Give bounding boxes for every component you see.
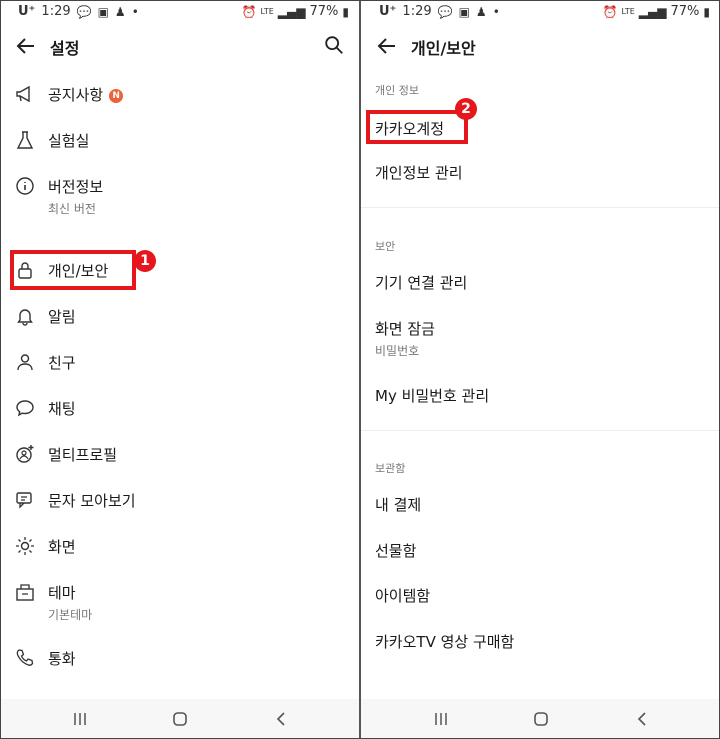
system-nav-bar	[0, 699, 359, 739]
recent-apps-icon[interactable]	[72, 711, 88, 727]
carrier-label: U⁺	[379, 4, 397, 19]
menu-item-label: 실험실	[48, 132, 90, 150]
notification-icon: ♟	[114, 4, 126, 19]
menu-item-sms[interactable]: 문자 모아보기	[0, 488, 359, 518]
menu-item-label: 공지사항	[48, 86, 104, 104]
signal-icon: ▂▄▆	[277, 4, 306, 19]
multi-profile-icon	[16, 445, 34, 463]
menu-item-label: 문자 모아보기	[48, 492, 136, 510]
highlight-box	[366, 110, 468, 144]
step-callout-2: 2	[455, 98, 477, 120]
section-divider	[361, 430, 720, 431]
settings-screen: U⁺ 1:29 💬 ▣ ♟ • ⏰ LTE ▂▄▆ 77% ▮ 설정 공지사항 N…	[0, 0, 359, 739]
network-label: LTE	[621, 7, 635, 16]
highlight-box	[10, 250, 136, 290]
back-arrow-icon[interactable]	[14, 34, 38, 58]
screen-lock-sub: 비밀번호	[375, 344, 420, 358]
bell-icon	[17, 309, 33, 326]
phone-icon	[16, 649, 34, 666]
battery-label: 77%	[309, 4, 339, 19]
back-nav-icon[interactable]	[274, 711, 290, 727]
menu-item-sub: 기본테마	[48, 608, 93, 622]
dot-icon: •	[492, 4, 500, 19]
page-title: 개인/보안	[411, 39, 476, 58]
device-connection-item[interactable]: 기기 연결 관리	[375, 272, 467, 293]
menu-item-label: 통화	[48, 650, 76, 668]
menu-item-theme[interactable]: 테마 기본테마	[0, 580, 359, 624]
network-label: LTE	[260, 7, 274, 16]
carrier-label: U⁺	[18, 4, 36, 19]
message-icon: 💬	[76, 4, 92, 19]
person-icon	[17, 354, 33, 371]
new-badge: N	[109, 88, 124, 103]
battery-icon: ▮	[703, 4, 710, 19]
message-icon: 💬	[437, 4, 453, 19]
section-header-storage: 보관함	[375, 462, 406, 475]
gift-box-item[interactable]: 선물함	[375, 540, 416, 561]
menu-item-lab[interactable]: 실험실	[0, 128, 359, 158]
menu-item-label: 멀티프로필	[48, 446, 118, 464]
personal-info-manage-item[interactable]: 개인정보 관리	[375, 162, 463, 183]
menu-item-call[interactable]: 통화	[0, 646, 359, 676]
app-bar: 설정	[0, 30, 359, 64]
menu-item-chat[interactable]: 채팅	[0, 396, 359, 426]
menu-item-notice[interactable]: 공지사항 N	[0, 82, 359, 112]
step-callout-1: 1	[134, 250, 156, 272]
back-arrow-icon[interactable]	[375, 34, 399, 58]
menu-item-display[interactable]: 화면	[0, 534, 359, 564]
menu-item-multi-profile[interactable]: 멀티프로필	[0, 442, 359, 472]
chat-bubble-icon	[16, 400, 34, 417]
battery-label: 77%	[670, 4, 700, 19]
status-bar: U⁺ 1:29 💬 ▣ ♟ • ⏰ LTE ▂▄▆ 77% ▮	[0, 0, 359, 26]
messages-icon	[16, 492, 32, 509]
dot-icon: •	[131, 4, 139, 19]
screen-lock-item[interactable]: 화면 잠금	[375, 318, 435, 339]
app-bar: 개인/보안	[361, 30, 720, 64]
privacy-security-screen: U⁺ 1:29 💬 ▣ ♟ • ⏰ LTE ▂▄▆ 77% ▮ 개인/보안 개인…	[361, 0, 720, 739]
info-icon	[16, 177, 34, 195]
menu-item-label: 테마	[48, 584, 76, 602]
menu-item-sub: 최신 버전	[48, 202, 96, 216]
recent-apps-icon[interactable]	[433, 711, 449, 727]
image-icon: ▣	[97, 4, 109, 19]
system-nav-bar	[361, 699, 720, 739]
home-icon[interactable]	[533, 711, 549, 727]
alarm-icon: ⏰	[241, 4, 257, 19]
my-password-item[interactable]: My 비밀번호 관리	[375, 385, 489, 406]
clock: 1:29	[402, 4, 432, 19]
menu-item-label: 버전정보	[48, 178, 104, 196]
home-icon[interactable]	[172, 711, 188, 727]
flask-icon	[16, 131, 34, 149]
menu-item-friends[interactable]: 친구	[0, 350, 359, 380]
menu-item-label: 화면	[48, 538, 76, 556]
menu-item-label: 채팅	[48, 400, 76, 418]
status-bar: U⁺ 1:29 💬 ▣ ♟ • ⏰ LTE ▂▄▆ 77% ▮	[361, 0, 720, 26]
theme-icon	[16, 584, 34, 601]
back-nav-icon[interactable]	[635, 711, 651, 727]
battery-icon: ▮	[342, 4, 349, 19]
section-header-security: 보안	[375, 240, 396, 253]
my-payment-item[interactable]: 내 결제	[375, 494, 421, 515]
megaphone-icon	[16, 85, 30, 103]
menu-item-alarm[interactable]: 알림	[0, 304, 359, 334]
alarm-icon: ⏰	[602, 4, 618, 19]
clock: 1:29	[41, 4, 71, 19]
section-header-personal: 개인 정보	[375, 84, 419, 97]
search-icon[interactable]	[323, 34, 345, 56]
item-box-item[interactable]: 아이템함	[375, 585, 430, 606]
kakaotv-purchases-item[interactable]: 카카오TV 영상 구매함	[375, 631, 514, 652]
section-divider	[361, 207, 720, 208]
brightness-icon	[16, 537, 34, 555]
menu-item-label: 친구	[48, 354, 76, 372]
menu-item-version[interactable]: 버전정보 최신 버전	[0, 174, 359, 218]
menu-item-label: 알림	[48, 308, 76, 326]
signal-icon: ▂▄▆	[638, 4, 667, 19]
image-icon: ▣	[458, 4, 470, 19]
page-title: 설정	[50, 39, 80, 58]
notification-icon: ♟	[475, 4, 487, 19]
